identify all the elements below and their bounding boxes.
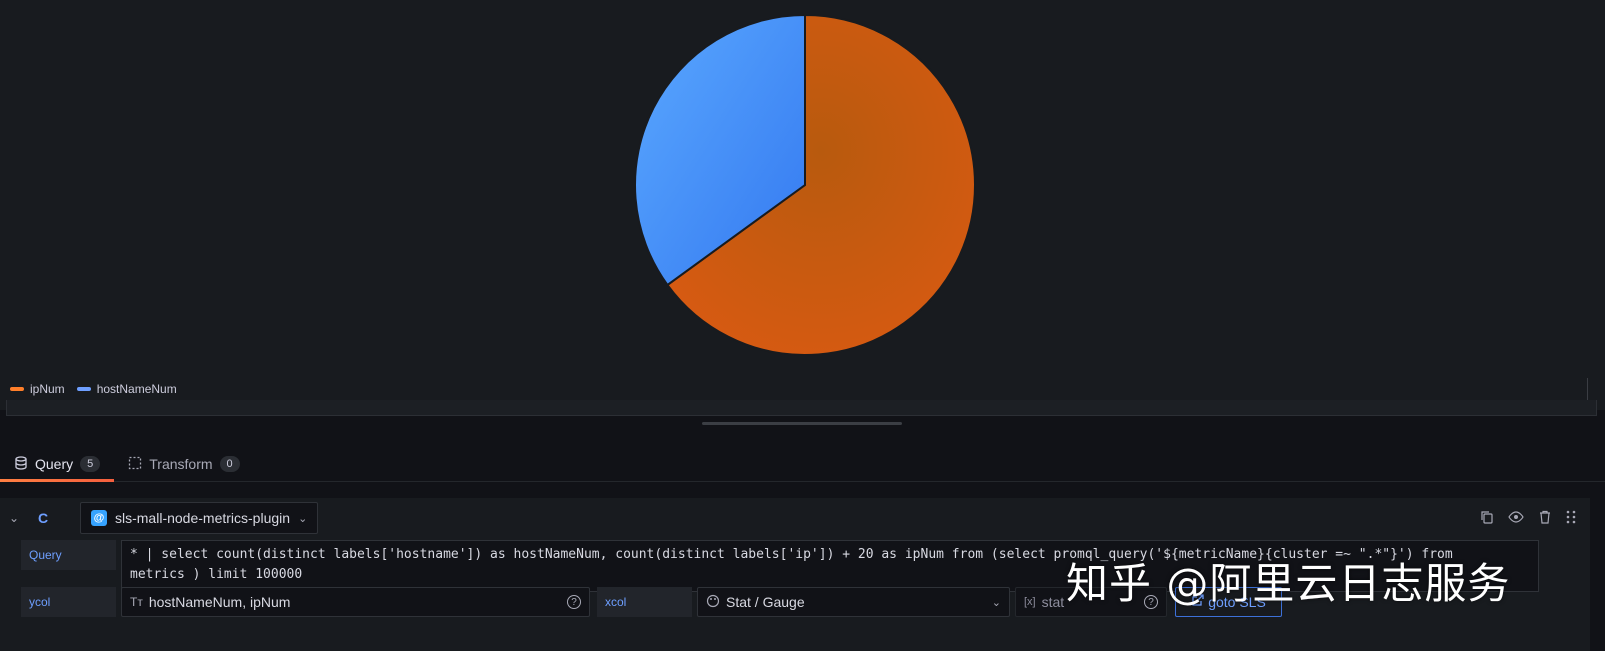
- visualization-panel: ipNum hostNameNum: [0, 0, 1605, 416]
- query-text-line2: metrics ) limit 100000: [130, 567, 303, 582]
- datasource-name: sls-mall-node-metrics-plugin: [115, 510, 291, 526]
- tab-count-badge: 5: [80, 456, 101, 472]
- datasource-picker[interactable]: @ sls-mall-node-metrics-plugin ⌄: [80, 502, 319, 534]
- editor-tabs: Query 5 Transform 0: [0, 448, 1605, 482]
- xcol-value: Stat / Gauge: [726, 594, 805, 610]
- legend-label: ipNum: [30, 382, 65, 396]
- text-type-icon: Tᴛ: [130, 595, 143, 609]
- datasource-icon: @: [91, 510, 107, 526]
- panel-resize-handle[interactable]: [1587, 378, 1597, 400]
- xcol-select[interactable]: Stat / Gauge ⌄: [697, 587, 1010, 617]
- query-row-actions: [1480, 510, 1590, 527]
- stat-placeholder: stat: [1041, 594, 1065, 610]
- legend-label: hostNameNum: [96, 382, 177, 396]
- drag-handle-icon[interactable]: [1566, 510, 1576, 527]
- legend-item-hostnamenum[interactable]: hostNameNum: [76, 382, 177, 396]
- ycol-value: hostNameNum, ipNum: [148, 594, 291, 610]
- tab-query[interactable]: Query 5: [0, 448, 115, 482]
- query-label: Query: [21, 540, 116, 570]
- xcol-label: xcol: [597, 587, 692, 617]
- duplicate-icon[interactable]: [1480, 510, 1494, 527]
- help-icon[interactable]: ?: [567, 595, 581, 609]
- pie-chart-svg: [634, 13, 976, 356]
- ycol-input[interactable]: Tᴛ hostNameNum, ipNum ?: [121, 587, 590, 617]
- tab-label: Query: [35, 456, 74, 472]
- pane-splitter[interactable]: [0, 418, 1605, 430]
- panel-horizontal-scrollbar[interactable]: [6, 400, 1597, 416]
- watermark: 知乎 @阿里云日志服务: [1066, 559, 1511, 608]
- query-ref-id[interactable]: C: [28, 510, 58, 526]
- tab-label: Transform: [149, 456, 213, 472]
- legend-item-ipnum[interactable]: ipNum: [10, 382, 65, 396]
- chevron-down-icon: ⌄: [298, 512, 308, 525]
- splitter-handle[interactable]: [702, 422, 902, 425]
- transform-icon: [128, 456, 142, 473]
- database-icon: [14, 455, 28, 473]
- variable-icon: [x]: [1024, 596, 1036, 608]
- chart-legend: ipNum hostNameNum: [10, 382, 177, 396]
- pie-chart: [630, 10, 980, 360]
- eye-icon[interactable]: [1508, 510, 1524, 527]
- chevron-down-icon[interactable]: ⌄: [0, 511, 28, 525]
- tab-count-badge: 0: [219, 456, 240, 472]
- trash-icon[interactable]: [1538, 510, 1552, 527]
- palette-icon: [706, 594, 720, 611]
- chevron-down-icon: ⌄: [991, 596, 1001, 609]
- legend-swatch-hostnamenum: [76, 387, 91, 391]
- query-row-header: ⌄ C @ sls-mall-node-metrics-plugin ⌄: [0, 498, 1590, 538]
- legend-swatch-ipnum: [10, 387, 24, 391]
- tab-transform[interactable]: Transform 0: [114, 448, 253, 480]
- ycol-label: ycol: [21, 587, 116, 617]
